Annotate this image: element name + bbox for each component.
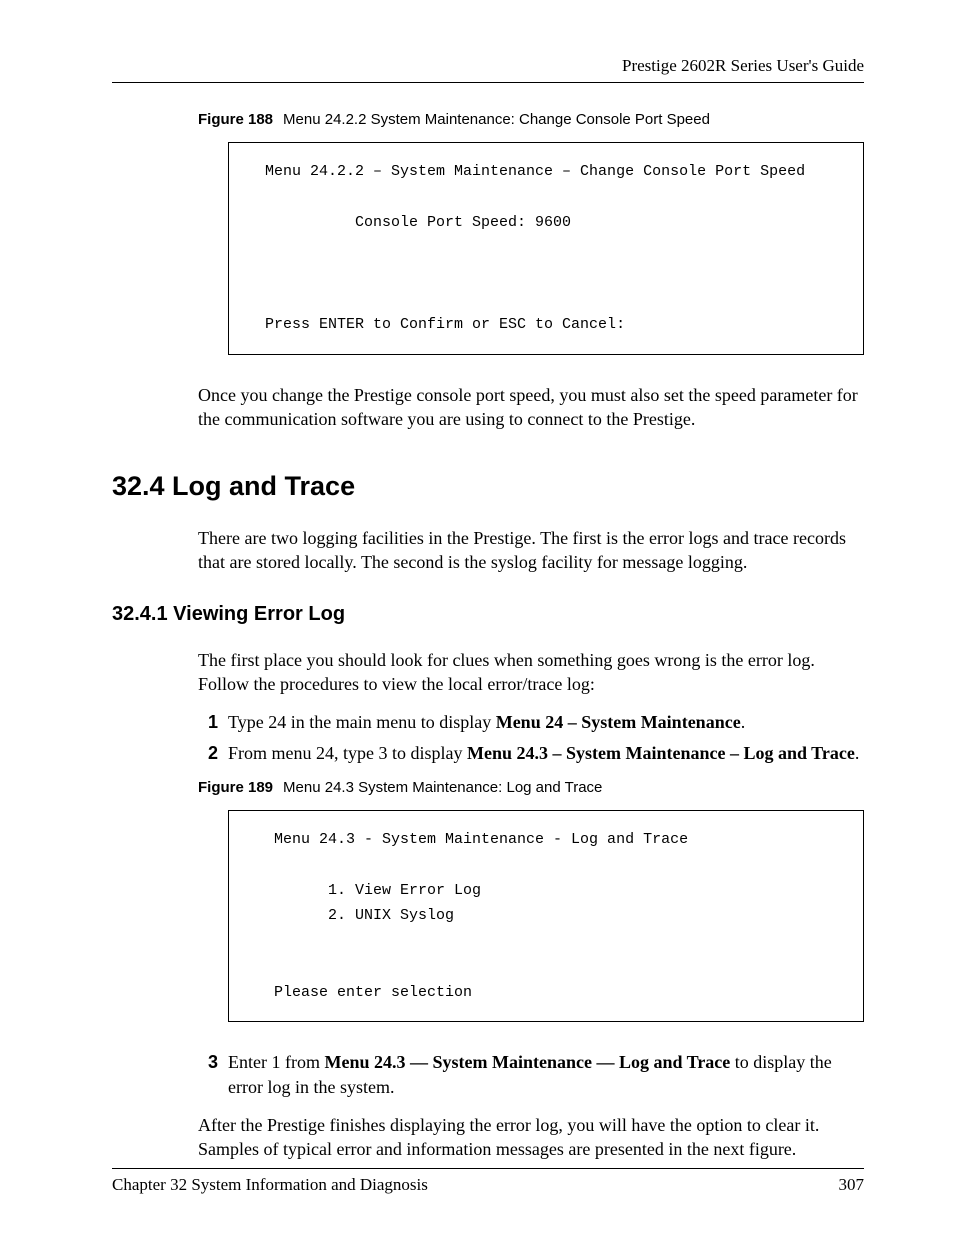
page-footer: Chapter 32 System Information and Diagno… bbox=[112, 1168, 864, 1195]
list-item: 3 Enter 1 from Menu 24.3 — System Mainte… bbox=[208, 1050, 864, 1099]
figure-188-console: Menu 24.2.2 – System Maintenance – Chang… bbox=[228, 142, 864, 355]
step-marker: 3 bbox=[208, 1050, 218, 1074]
procedure-steps-1-2: 1 Type 24 in the main menu to display Me… bbox=[198, 710, 864, 765]
subsection-heading-viewing-error-log: 32.4.1 Viewing Error Log bbox=[112, 603, 864, 626]
step-marker: 1 bbox=[208, 710, 218, 734]
running-header: Prestige 2602R Series User's Guide bbox=[112, 56, 864, 76]
footer-chapter: Chapter 32 System Information and Diagno… bbox=[112, 1175, 428, 1195]
step-text-post: . bbox=[741, 712, 746, 732]
figure-188-caption-text: Menu 24.2.2 System Maintenance: Change C… bbox=[283, 111, 710, 128]
figure-189-label: Figure 189 bbox=[198, 779, 273, 796]
list-item: 2 From menu 24, type 3 to display Menu 2… bbox=[208, 741, 864, 765]
figure-189-console: Menu 24.3 - System Maintenance - Log and… bbox=[228, 810, 864, 1023]
step-text-post: . bbox=[855, 743, 860, 763]
step-text-pre: Type 24 in the main menu to display bbox=[228, 712, 496, 732]
paragraph-log-facilities: There are two logging facilities in the … bbox=[198, 526, 864, 575]
paragraph-error-log-intro: The first place you should look for clue… bbox=[198, 648, 864, 697]
figure-189-caption: Figure 189 Menu 24.3 System Maintenance: … bbox=[198, 779, 864, 796]
figure-188-caption: Figure 188 Menu 24.2.2 System Maintenance… bbox=[198, 111, 864, 128]
step-text-pre: From menu 24, type 3 to display bbox=[228, 743, 467, 763]
section-heading-log-and-trace: 32.4 Log and Trace bbox=[112, 471, 864, 502]
figure-189-caption-text: Menu 24.3 System Maintenance: Log and Tr… bbox=[283, 779, 602, 796]
list-item: 1 Type 24 in the main menu to display Me… bbox=[208, 710, 864, 734]
step-marker: 2 bbox=[208, 741, 218, 765]
footer-rule bbox=[112, 1168, 864, 1169]
step-text-bold: Menu 24.3 – System Maintenance – Log and… bbox=[467, 743, 855, 763]
header-rule bbox=[112, 82, 864, 83]
step-text-bold: Menu 24 – System Maintenance bbox=[496, 712, 741, 732]
figure-188-label: Figure 188 bbox=[198, 111, 273, 128]
paragraph-console-speed-note: Once you change the Prestige console por… bbox=[198, 383, 864, 432]
procedure-step-3: 3 Enter 1 from Menu 24.3 — System Mainte… bbox=[198, 1050, 864, 1099]
step-text-pre: Enter 1 from bbox=[228, 1052, 324, 1072]
footer-page-number: 307 bbox=[839, 1175, 865, 1195]
paragraph-after-display: After the Prestige finishes displaying t… bbox=[198, 1113, 864, 1162]
step-text-bold: Menu 24.3 — System Maintenance — Log and… bbox=[324, 1052, 730, 1072]
